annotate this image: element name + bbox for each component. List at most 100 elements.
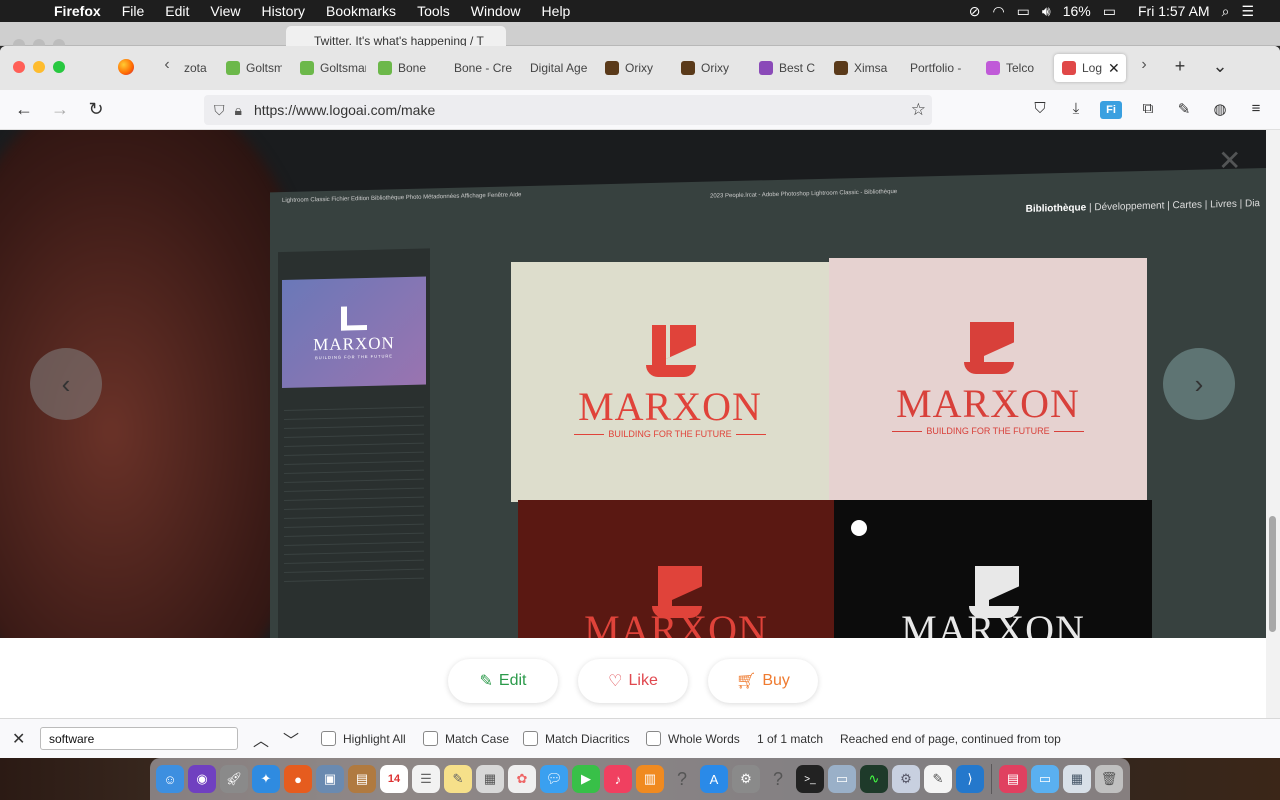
textedit-icon[interactable]: ✎ (924, 765, 952, 793)
find-input[interactable] (40, 727, 238, 750)
notes-icon[interactable]: ✎ (444, 765, 472, 793)
browser-tab[interactable]: Orixy (681, 54, 743, 82)
downloads-icon[interactable]: ⤓ (1065, 100, 1087, 117)
menu-help[interactable]: Help (542, 3, 571, 19)
calendar-icon[interactable]: 14 (380, 765, 408, 793)
browser-tab[interactable]: Bone (378, 54, 430, 82)
database-app-icon[interactable]: ▤ (999, 765, 1027, 793)
find-bar-close-icon[interactable]: ✕ (12, 729, 25, 749)
new-tab-icon[interactable]: + (1168, 56, 1192, 77)
extension-fi-icon[interactable]: Fi (1100, 101, 1122, 119)
control-center-icon[interactable]: ☰ (1241, 3, 1254, 20)
window-zoom-button[interactable] (53, 61, 65, 73)
like-button[interactable]: ♡ Like (578, 659, 688, 703)
checkbox-box[interactable] (523, 731, 538, 746)
browser-tab[interactable]: Telco (986, 54, 1048, 82)
finder-icon[interactable]: ☺ (156, 765, 184, 793)
back-icon[interactable]: ← (13, 99, 35, 120)
app-menu-icon[interactable]: ≡ (1245, 100, 1267, 117)
screenshot-icon[interactable]: ▭ (828, 765, 856, 793)
launchpad-icon[interactable]: 🚀︎ (220, 765, 248, 793)
documents-stack-icon[interactable]: ▦ (1063, 765, 1091, 793)
list-all-tabs-icon[interactable]: ⌄ (1208, 56, 1232, 77)
app-store-icon[interactable]: A (700, 765, 728, 793)
menu-bookmarks[interactable]: Bookmarks (326, 3, 396, 19)
books-icon[interactable]: ▥ (636, 765, 664, 793)
tabs-scroll-left-icon[interactable]: ‹ (157, 56, 177, 74)
bookmark-star-icon[interactable]: ☆ (911, 100, 926, 120)
menu-file[interactable]: File (122, 3, 145, 19)
browser-tab[interactable]: Digital Age (530, 54, 592, 82)
system-preferences-icon[interactable]: ⚙ (732, 765, 760, 793)
browser-tab[interactable]: Goltsman I (300, 54, 366, 82)
firefox-dock-icon[interactable]: ● (284, 765, 312, 793)
photo-booth-icon[interactable]: ▦ (476, 765, 504, 793)
browser-tab[interactable]: Orixy (605, 54, 667, 82)
menu-edit[interactable]: Edit (165, 3, 189, 19)
contacts-icon[interactable]: ▤ (348, 765, 376, 793)
carousel-next-button[interactable]: › (1163, 348, 1235, 420)
tabs-scroll-right-icon[interactable]: › (1134, 56, 1154, 74)
messages-icon[interactable]: 💬︎ (540, 765, 568, 793)
page-scrollbar[interactable] (1266, 130, 1280, 718)
eyedropper-icon[interactable]: ✎ (1173, 100, 1195, 118)
match-case-checkbox[interactable]: Match Case (423, 731, 509, 746)
url-bar[interactable]: ⛉ 🔒︎ https://www.logoai.com/make ☆ (204, 95, 932, 125)
extensions-puzzle-icon[interactable]: ⧉ (1137, 100, 1159, 117)
menu-app-name[interactable]: Firefox (54, 3, 101, 19)
browser-tab[interactable]: Log ✕ (1054, 54, 1126, 82)
checkbox-box[interactable] (646, 731, 661, 746)
unknown-app-icon[interactable]: ? (764, 765, 792, 793)
edit-button[interactable]: ✎ Edit (448, 659, 558, 703)
menu-tools[interactable]: Tools (417, 3, 450, 19)
firefox-view-icon[interactable] (118, 59, 134, 75)
reload-icon[interactable]: ↻ (85, 99, 107, 120)
terminal-icon[interactable]: >_ (796, 765, 824, 793)
activity-monitor-icon[interactable]: ∿ (860, 765, 888, 793)
airplay-icon[interactable]: ▭ (1017, 3, 1030, 20)
match-diacritics-checkbox[interactable]: Match Diacritics (523, 731, 630, 746)
highlight-all-checkbox[interactable]: Highlight All (321, 731, 406, 746)
menu-view[interactable]: View (210, 3, 240, 19)
menu-history[interactable]: History (261, 3, 305, 19)
do-not-disturb-icon[interactable]: ⊘ (969, 3, 981, 20)
wifi-icon[interactable]: ◠ (992, 3, 1004, 20)
browser-tab[interactable]: Goltsm (226, 54, 282, 82)
trash-icon[interactable]: 🗑︎ (1095, 765, 1123, 793)
unknown-app-icon[interactable]: ? (668, 765, 696, 793)
battery-icon[interactable]: ▭ (1103, 3, 1116, 20)
menu-window[interactable]: Window (471, 3, 521, 19)
browser-tab[interactable]: Portfolio - (910, 54, 972, 82)
tracking-protection-shield-icon[interactable]: ⛉ (214, 102, 225, 119)
disk-utility-icon[interactable]: ⚙ (892, 765, 920, 793)
find-next-icon[interactable]: ﹀ (282, 727, 300, 751)
safari-icon[interactable]: ✦ (252, 765, 280, 793)
close-tab-icon[interactable]: ✕ (1108, 60, 1120, 77)
spotlight-search-icon[interactable]: ⌕ (1222, 3, 1230, 20)
preview-close-icon[interactable]: ✕ (1218, 144, 1241, 177)
url-text[interactable]: https://www.logoai.com/make (254, 102, 435, 118)
vscode-icon[interactable]: ⟩ (956, 765, 984, 793)
forward-icon[interactable]: → (49, 99, 71, 120)
preview-icon[interactable]: ▣ (316, 765, 344, 793)
carousel-prev-button[interactable]: ‹ (30, 348, 102, 420)
account-extension-icon[interactable]: ◍ (1209, 100, 1231, 118)
find-previous-icon[interactable]: ︿ (252, 727, 270, 751)
pocket-icon[interactable]: ⛉ (1029, 100, 1051, 117)
facetime-icon[interactable]: ▶ (572, 765, 600, 793)
reminders-icon[interactable]: ☰ (412, 765, 440, 793)
whole-words-checkbox[interactable]: Whole Words (646, 731, 740, 746)
window-minimize-button[interactable] (33, 61, 45, 73)
checkbox-box[interactable] (321, 731, 336, 746)
photos-icon[interactable]: ✿ (508, 765, 536, 793)
siri-icon[interactable]: ◉ (188, 765, 216, 793)
scrollbar-thumb[interactable] (1269, 516, 1276, 632)
downloads-folder-icon[interactable]: ▭ (1031, 765, 1059, 793)
lock-icon[interactable]: 🔒︎ (235, 102, 242, 119)
window-close-button[interactable] (13, 61, 25, 73)
browser-tab[interactable]: Bone - Cre (454, 54, 514, 82)
checkbox-box[interactable] (423, 731, 438, 746)
browser-tab[interactable]: Best C (759, 54, 821, 82)
music-icon[interactable]: ♪ (604, 765, 632, 793)
buy-button[interactable]: 🛒︎ Buy (708, 659, 818, 703)
